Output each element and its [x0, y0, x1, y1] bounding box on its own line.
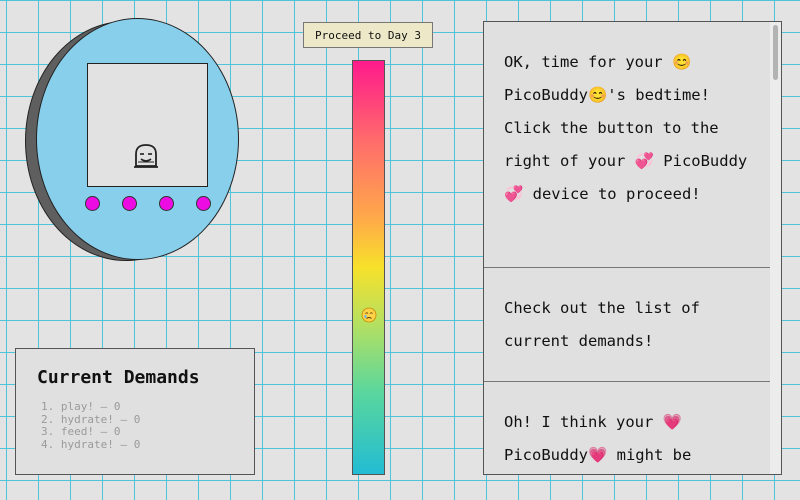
demand-item: 4. hydrate! – 0 [41, 437, 141, 451]
device-body [36, 18, 239, 260]
pico-device [25, 18, 240, 261]
message-panel[interactable]: OK, time for your 😊 PicoBuddy😊's bedtime… [483, 21, 782, 475]
crying-face-icon [361, 307, 377, 323]
demands-title: Current Demands [37, 367, 200, 388]
current-demands-panel: Current Demands 1. play! – 0 2. hydrate!… [15, 348, 255, 475]
device-button-3[interactable] [159, 196, 174, 211]
device-button-2[interactable] [122, 196, 137, 211]
demands-list: 1. play! – 0 2. hydrate! – 0 3. feed! – … [41, 400, 141, 451]
mood-meter [352, 60, 385, 475]
device-button-4[interactable] [196, 196, 211, 211]
message-demands: Check out the list of current demands! [484, 268, 770, 382]
device-button-1[interactable] [85, 196, 100, 211]
message-pet-status: Oh! I think your 💗 PicoBuddy💗 might be [504, 413, 692, 464]
demand-item: 3. feed! – 0 [41, 425, 121, 438]
scrollbar-thumb[interactable] [773, 25, 778, 80]
scrollbar[interactable] [770, 22, 781, 474]
proceed-button[interactable]: Proceed to Day 3 [303, 22, 433, 48]
device-screen [87, 63, 208, 187]
message-bedtime: OK, time for your 😊 PicoBuddy😊's bedtime… [484, 46, 770, 268]
sleeping-pet-face-icon [131, 142, 161, 170]
demand-item: 1. play! – 0 [41, 400, 121, 413]
